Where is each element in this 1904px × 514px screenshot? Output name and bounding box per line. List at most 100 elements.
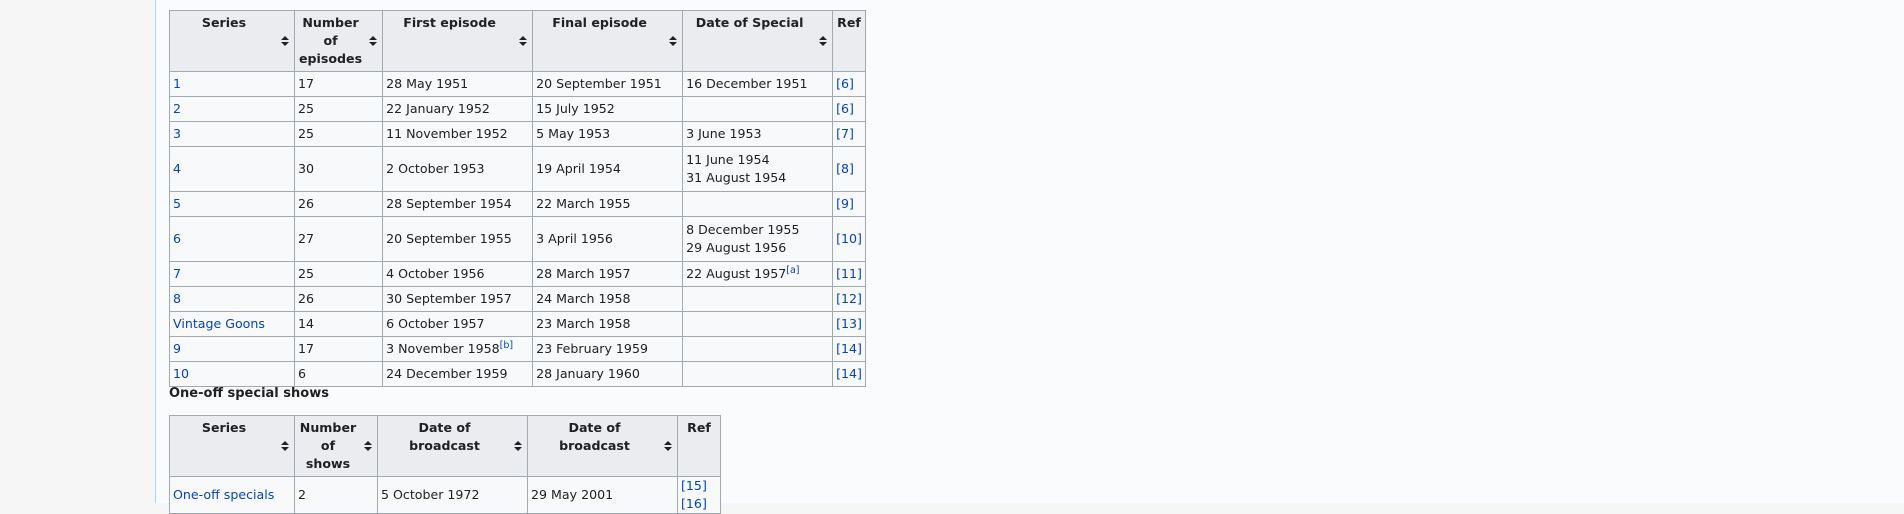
col-header-series[interactable]: Series — [169, 10, 295, 72]
series-link[interactable]: 4 — [173, 161, 181, 176]
reference-link[interactable]: [14] — [836, 341, 862, 356]
cell-first-episode: 2 October 1953 — [382, 146, 534, 192]
oneoff-table: Series Number of shows Date of broadcast… — [169, 415, 721, 514]
cell-date-of-special: 3 June 1953 — [682, 121, 834, 147]
reference-link[interactable]: [10] — [836, 231, 862, 246]
col-header-date-of-broadcast-2[interactable]: Date of broadcast — [527, 415, 678, 477]
cell-final-episode: 22 March 1955 — [532, 191, 684, 217]
cell-series: Vintage Goons — [169, 311, 295, 337]
series-link[interactable]: 1 — [173, 76, 181, 91]
sort-icon[interactable] — [664, 440, 672, 452]
series-link[interactable]: 8 — [173, 291, 181, 306]
cell-final-episode: 28 January 1960 — [532, 361, 684, 387]
cell-ref: [10] — [832, 216, 866, 262]
special-date: 22 August 1957 — [686, 266, 787, 281]
reference-link[interactable]: [15] — [681, 478, 707, 493]
reference-link[interactable]: [7] — [836, 126, 854, 141]
cell-final-episode: 28 March 1957 — [532, 261, 684, 287]
col-header-ref: Ref — [677, 415, 721, 477]
series-link[interactable]: One-off specials — [173, 487, 274, 502]
sort-icon[interactable] — [669, 35, 678, 47]
series-link[interactable]: 2 — [173, 101, 181, 116]
special-date: 11 June 1954 — [686, 152, 770, 167]
sort-icon[interactable] — [364, 440, 372, 452]
table-row: 7 25 4 October 1956 28 March 1957 22 August … — [169, 261, 866, 287]
series-link[interactable]: 9 — [173, 341, 181, 356]
reference-link[interactable]: [11] — [836, 266, 862, 281]
footnote-link[interactable]: [a] — [786, 265, 799, 276]
first-episode-date: 24 December 1959 — [386, 366, 508, 381]
first-episode-date: 22 January 1952 — [386, 101, 490, 116]
table-row: 2 25 22 January 1952 15 July 1952 [6] — [169, 96, 866, 122]
sort-icon[interactable] — [281, 35, 289, 47]
table-row: 5 26 28 September 1954 22 March 1955 [9] — [169, 191, 866, 217]
cell-series: 3 — [169, 121, 295, 147]
table-row: 3 25 11 November 1952 5 May 1953 3 June 1953… — [169, 121, 866, 147]
col-header-final-episode[interactable]: Final episode — [532, 10, 684, 72]
cell-first-episode: 24 December 1959 — [382, 361, 534, 387]
cell-final-episode: 19 April 1954 — [532, 146, 684, 192]
sort-icon[interactable] — [514, 440, 522, 452]
cell-series: 10 — [169, 361, 295, 387]
table-row: 10 6 24 December 1959 28 January 1960 [14] — [169, 361, 866, 387]
cell-series: 9 — [169, 336, 295, 362]
cell-series: 5 — [169, 191, 295, 217]
reference-link[interactable]: [14] — [836, 366, 862, 381]
cell-final-episode: 15 July 1952 — [532, 96, 684, 122]
sort-icon[interactable] — [281, 440, 289, 452]
reference-link[interactable]: [12] — [836, 291, 862, 306]
first-episode-date: 20 September 1955 — [386, 231, 512, 246]
cell-date-of-special: 16 December 1951 — [682, 71, 834, 97]
cell-final-episode: 23 March 1958 — [532, 311, 684, 337]
cell-episodes: 25 — [293, 121, 384, 147]
footnote-link[interactable]: [b] — [500, 340, 513, 351]
reference-link[interactable]: [8] — [836, 161, 854, 176]
series-link[interactable]: 7 — [173, 266, 181, 281]
col-header-date-of-special[interactable]: Date of Special — [682, 10, 834, 72]
cell-first-episode: 28 September 1954 — [382, 191, 534, 217]
first-episode-date: 30 September 1957 — [386, 291, 512, 306]
reference-link[interactable]: [16] — [681, 496, 707, 511]
col-header-shows[interactable]: Number of shows — [294, 415, 378, 477]
reference-link[interactable]: [9] — [836, 196, 854, 211]
series-link[interactable]: 5 — [173, 196, 181, 211]
reference-link[interactable]: [6] — [836, 76, 854, 91]
cell-episodes: 14 — [293, 311, 384, 337]
series-table: Series Number of episodes First episode … — [169, 10, 866, 387]
series-link[interactable]: Vintage Goons — [173, 316, 265, 331]
sort-icon[interactable] — [819, 35, 828, 47]
series-link[interactable]: 3 — [173, 126, 181, 141]
cell-date-of-special — [682, 286, 834, 312]
cell-first-episode: 28 May 1951 — [382, 71, 534, 97]
table-row: 9 17 3 November 1958[b] 23 February 1959 [14… — [169, 336, 866, 362]
col-header-ref: Ref — [832, 10, 866, 72]
special-date-2: 29 August 1956 — [686, 240, 787, 255]
cell-episodes: 30 — [293, 146, 384, 192]
cell-first-episode: 4 October 1956 — [382, 261, 534, 287]
sort-icon[interactable] — [519, 35, 528, 47]
cell-final-episode: 23 February 1959 — [532, 336, 684, 362]
cell-date-of-special — [682, 336, 834, 362]
col-header-series[interactable]: Series — [169, 415, 295, 477]
reference-link[interactable]: [13] — [836, 316, 862, 331]
cell-date-of-special: 8 December 1955 29 August 1956 — [682, 216, 834, 262]
cell-episodes: 6 — [293, 361, 384, 387]
cell-episodes: 17 — [293, 71, 384, 97]
col-header-date-of-broadcast[interactable]: Date of broadcast — [377, 415, 528, 477]
col-header-first-episode[interactable]: First episode — [382, 10, 534, 72]
col-header-episodes[interactable]: Number of episodes — [293, 10, 384, 72]
cell-ref: [8] — [832, 146, 866, 192]
cell-first-episode: 3 November 1958[b] — [382, 336, 534, 362]
cell-episodes: 26 — [293, 286, 384, 312]
cell-ref: [6] — [832, 96, 866, 122]
series-link[interactable]: 6 — [173, 231, 181, 246]
series-link[interactable]: 10 — [173, 366, 189, 381]
header-row: Series Number of shows Date of broadcast… — [169, 415, 721, 477]
cell-ref: [12] — [832, 286, 866, 312]
first-episode-date: 11 November 1952 — [386, 126, 508, 141]
table-row: 4 30 2 October 1953 19 April 1954 11 June 19… — [169, 146, 866, 192]
cell-first-episode: 6 October 1957 — [382, 311, 534, 337]
header-row: Series Number of episodes First episode … — [169, 10, 866, 72]
sort-icon[interactable] — [369, 35, 378, 47]
reference-link[interactable]: [6] — [836, 101, 854, 116]
